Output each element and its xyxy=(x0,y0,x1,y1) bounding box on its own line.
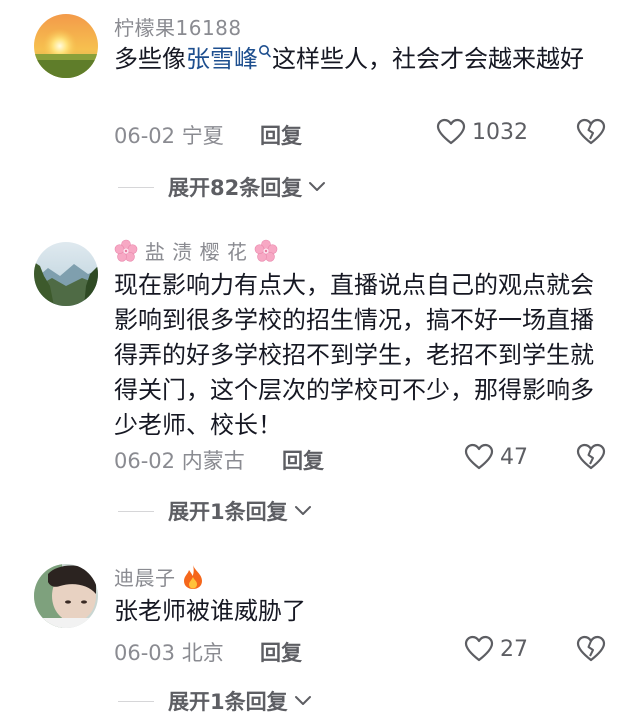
comment-item: 迪晨子 张老师被谁威胁了 06-03 北京 回复 27 展开1条回复 xyxy=(0,560,640,714)
like-button[interactable]: 1032 xyxy=(436,118,528,146)
chevron-down-icon xyxy=(294,506,311,515)
comment-text: 多些像张雪峰 这样些人，社会才会越来越好 xyxy=(114,42,614,77)
comment-item: 柠檬果16188 多些像张雪峰 这样些人，社会才会越来越好 06-02 宁夏 回复… xyxy=(0,0,640,200)
broken-heart-icon[interactable] xyxy=(576,635,606,663)
comment-date: 06-03 xyxy=(114,641,176,665)
avatar[interactable] xyxy=(34,14,98,78)
heart-icon xyxy=(464,635,494,662)
username[interactable]: 柠檬果16188 xyxy=(114,12,242,41)
reply-button[interactable]: 回复 xyxy=(260,637,302,667)
comment-item: 盐 渍 樱 花 现在影响力有点大，直播说点自己的观点就会影响到很多学校的招生情况… xyxy=(0,230,640,530)
username-text: 盐 渍 樱 花 xyxy=(144,240,248,264)
comment-date: 06-02 xyxy=(114,449,176,473)
comment-meta: 06-02 宁夏 xyxy=(114,120,224,150)
username-text: 迪晨子 xyxy=(114,566,176,590)
broken-heart-icon[interactable] xyxy=(576,118,606,146)
expand-replies-label: 展开1条回复 xyxy=(168,690,288,714)
mention-link[interactable]: 张雪峰 xyxy=(186,45,272,73)
comment-text: 现在影响力有点大，直播说点自己的观点就会影响到很多学校的招生情况，搞不好一场直播… xyxy=(114,271,594,439)
comment-text-part: 多些像 xyxy=(114,45,186,73)
username[interactable]: 盐 渍 樱 花 xyxy=(114,236,278,265)
fire-emoji xyxy=(184,564,203,589)
username[interactable]: 迪晨子 xyxy=(114,562,204,591)
expand-replies-button[interactable]: 展开1条回复 xyxy=(118,686,312,716)
comment-location: 内蒙古 xyxy=(181,449,245,473)
broken-heart-icon[interactable] xyxy=(576,443,606,471)
comment-location: 北京 xyxy=(181,641,224,665)
comment-text: 张老师被谁威胁了 xyxy=(114,597,306,625)
search-icon xyxy=(259,45,271,58)
like-button[interactable]: 27 xyxy=(464,635,528,663)
expand-replies-button[interactable]: 展开82条回复 xyxy=(118,172,326,202)
like-count: 47 xyxy=(500,444,528,470)
like-count: 1032 xyxy=(472,119,528,145)
expand-replies-button[interactable]: 展开1条回复 xyxy=(118,496,312,526)
cherry-blossom-emoji xyxy=(114,239,138,262)
comment-meta: 06-03 北京 xyxy=(114,637,224,667)
like-button[interactable]: 47 xyxy=(464,443,528,471)
chevron-down-icon xyxy=(309,182,326,191)
expand-replies-label: 展开1条回复 xyxy=(168,500,288,524)
comment-meta: 06-02 内蒙古 xyxy=(114,445,245,475)
heart-icon xyxy=(436,118,466,145)
expand-replies-label: 展开82条回复 xyxy=(168,176,303,200)
comment-text-part: 这样些人，社会才会越来越好 xyxy=(272,45,584,73)
avatar[interactable] xyxy=(34,242,98,306)
reply-button[interactable]: 回复 xyxy=(282,445,324,475)
like-count: 27 xyxy=(500,636,528,662)
divider-line xyxy=(118,186,154,188)
chevron-down-icon xyxy=(294,696,311,705)
divider-line xyxy=(118,510,154,512)
comment-location: 宁夏 xyxy=(181,124,224,148)
reply-button[interactable]: 回复 xyxy=(260,120,302,150)
comment-date: 06-02 xyxy=(114,124,176,148)
divider-line xyxy=(118,700,154,702)
avatar[interactable] xyxy=(34,564,98,628)
mention-name: 张雪峰 xyxy=(186,45,258,73)
heart-icon xyxy=(464,443,494,470)
cherry-blossom-emoji xyxy=(254,239,278,262)
